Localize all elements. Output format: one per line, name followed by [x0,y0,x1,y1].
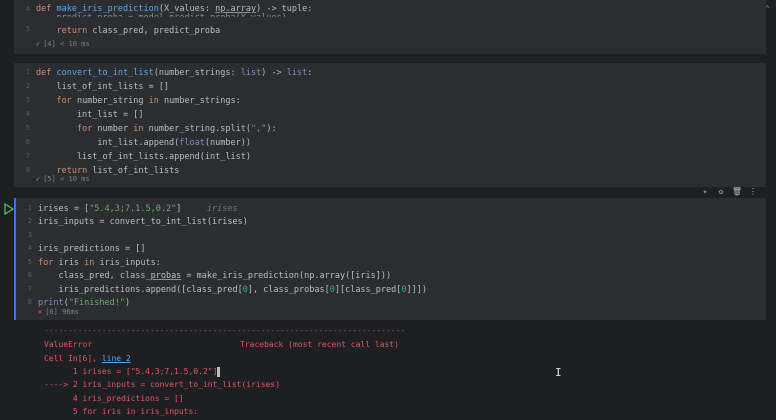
line-number: 2 [27,217,32,225]
code-line: predict_proba = model.predict_proba(X_va… [36,13,287,23]
cell-exec-status: ✓ [4] < 10 ms [36,40,90,48]
error-name: ValueError [44,340,93,349]
code-line: for iris in iris_inputs: [38,258,161,268]
error-x-icon: ✕ [38,308,43,316]
code-line: int_list.append(float(number)) [36,138,251,148]
cell-exec-status: ✓ [5] < 10 ms [36,175,90,183]
line-number: 6 [25,138,30,146]
notebook-cell-main[interactable]: ✦ ✿ 🗑 ⋮ 1 2 3 4 5 6 7 8 irises = ["5.4,3… [14,187,766,320]
line-number: 5 [25,25,30,33]
line-number: 1 [27,204,32,212]
line-number: 3 [27,231,32,239]
delete-icon[interactable]: 🗑 [732,186,742,196]
traceback-line: 5 for iris in iris_inputs: [44,407,199,416]
line-number: 4 [25,110,30,118]
run-cell-button[interactable] [4,202,15,216]
line-number: 4 [25,5,30,13]
play-icon [4,202,15,216]
code-line: for number_string in number_strings: [56,96,241,106]
line-number: 4 [27,244,32,252]
notebook-cell-convert[interactable]: 1 2 3 4 5 6 7 8 def convert_to_int_list(… [14,63,766,187]
traceback-label: Traceback (most recent call last) [240,340,399,349]
mouse-ibeam-cursor: I [555,366,562,379]
traceback-line: 1 irises = ["5.4,3;7,1.5,0.2"] [44,365,221,378]
line-number: 6 [27,271,32,279]
line-number: 5 [25,124,30,132]
line-link[interactable]: line 2 [102,354,131,363]
code-line: list_of_int_lists = [] [36,82,170,92]
line-number: 3 [25,96,30,104]
check-icon: ✓ [36,40,41,48]
traceback-line: ----> 2 iris_inputs = convert_to_int_lis… [44,380,281,389]
code-line: list_of_int_lists.append(int_list) [36,152,251,162]
more-icon[interactable]: ⋮ [748,186,758,196]
line-number: 7 [25,152,30,160]
cell-ref: Cell In[6], line 2 [44,354,131,363]
code-line: def convert_to_int_list(number_strings: … [36,68,313,78]
code-line: iris_predictions = [] [38,244,146,254]
tip-icon[interactable]: ✿ [716,186,726,196]
code-line: for number in number_string.split(","): [76,124,277,134]
code-line: iris_predictions.append([class_pred[0], … [38,285,427,295]
code-line: int_list = [] [36,110,144,120]
line-number: 8 [27,298,32,306]
code-line: irises = ["5.4,3;7,1.5,0.2"] irises [38,204,238,214]
cell-exec-status: ✕ [6] 98ms [38,308,79,316]
line-number: 8 [25,166,30,174]
line-number: 7 [27,285,32,293]
line-number: 1 [25,68,30,76]
text-cursor [217,366,221,377]
check-icon: ✓ [36,175,41,183]
traceback-separator: ----------------------------------------… [44,326,406,335]
traceback-line: 4 iris_predictions = [] [44,394,184,403]
inline-hint: irises [206,204,238,214]
code-line: return class_pred, predict_proba [56,26,221,36]
line-number: 2 [25,82,30,90]
code-line: iris_inputs = convert_to_int_list(irises… [38,217,248,227]
code-line: class_pred, class_probas = make_iris_pre… [38,271,392,281]
cell-toolbar: ✦ ✿ 🗑 ⋮ [700,186,758,196]
ai-assist-icon[interactable]: ✦ [700,186,710,196]
line-number: 5 [27,258,32,266]
notebook-cell-predict[interactable]: 4 5 def make_iris_prediction(X_values: n… [14,0,766,54]
